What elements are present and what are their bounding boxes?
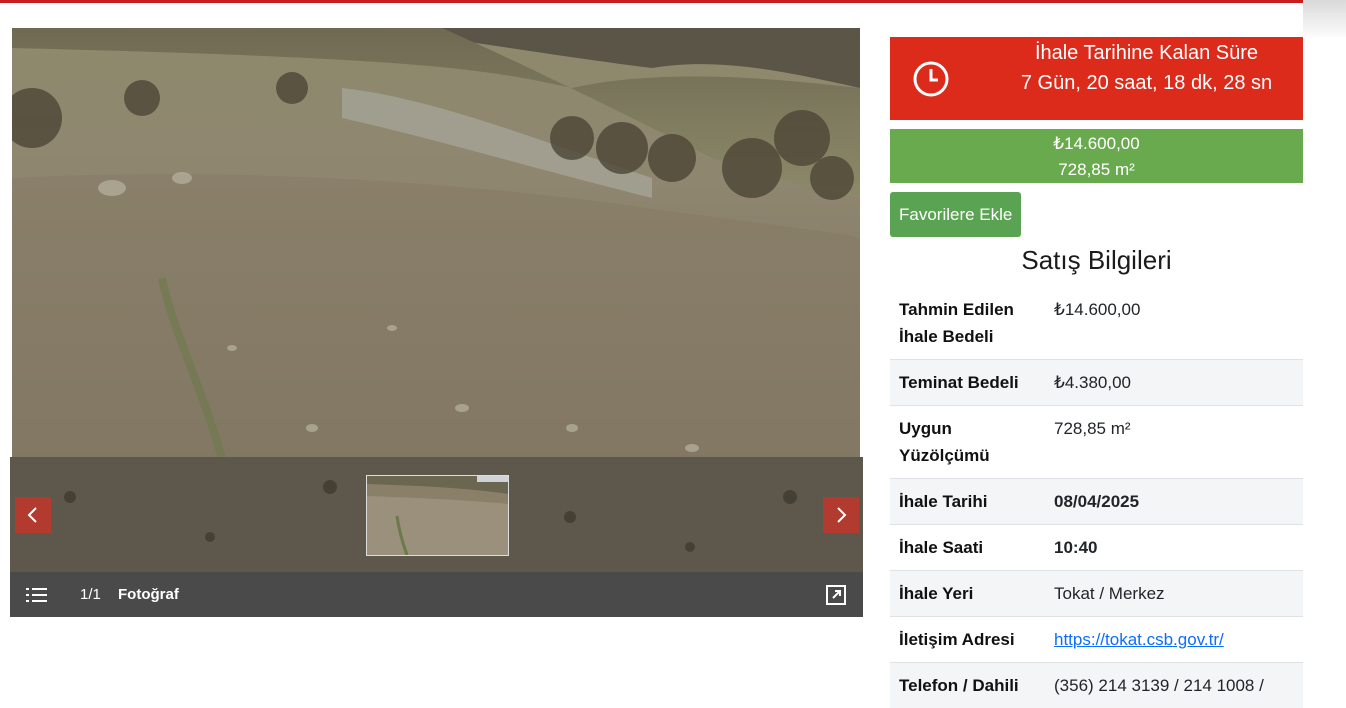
photo-thumbnail[interactable]: [366, 475, 509, 556]
table-row: İletişim Adresi https://tokat.csb.gov.tr…: [890, 617, 1303, 663]
row-key: Tahmin Edilen İhale Bedeli: [899, 300, 1014, 346]
sales-info-table: Tahmin Edilen İhale Bedeli ₺14.600,00 Te…: [890, 287, 1303, 708]
contact-link[interactable]: https://tokat.csb.gov.tr/: [1054, 630, 1224, 649]
list-icon[interactable]: [26, 585, 48, 605]
table-row: Tahmin Edilen İhale Bedeli ₺14.600,00: [890, 287, 1303, 360]
photo-label: Fotoğraf: [118, 586, 179, 603]
gallery-toolbar: 1/1 Fotoğraf: [10, 572, 863, 617]
table-row: Telefon / Dahili (356) 214 3139 / 214 10…: [890, 663, 1303, 708]
sales-info-title: Satış Bilgileri: [1021, 245, 1172, 275]
row-value: ₺4.380,00: [1054, 373, 1131, 392]
row-value: Tokat / Merkez: [1054, 584, 1165, 603]
thumbnail-strip: [10, 457, 863, 572]
photo-gallery: 1/1 Fotoğraf: [10, 28, 863, 617]
price-amount: ₺14.600,00: [1053, 134, 1140, 153]
main-photo[interactable]: [12, 28, 860, 458]
table-row: Teminat Bedeli ₺4.380,00: [890, 360, 1303, 406]
row-key: Uygun Yüzölçümü: [899, 419, 990, 465]
table-row: İhale Yeri Tokat / Merkez: [890, 571, 1303, 617]
top-shadow: [1303, 0, 1346, 40]
countdown-box: İhale Tarihine Kalan Süre 7 Gün, 20 saat…: [890, 37, 1303, 120]
row-value: ₺14.600,00: [1054, 300, 1141, 319]
add-to-favorites-button[interactable]: Favorilere Ekle: [890, 192, 1022, 237]
previous-photo-button[interactable]: [15, 497, 51, 533]
row-value: 728,85 m²: [1054, 419, 1131, 438]
row-key: İletişim Adresi: [899, 630, 1015, 649]
clock-icon: [913, 61, 949, 97]
top-accent-line: [0, 0, 1303, 3]
expand-icon[interactable]: [825, 584, 847, 606]
row-key: Teminat Bedeli: [899, 373, 1019, 392]
row-value: (356) 214 3139 / 214 1008 /: [1054, 676, 1264, 695]
price-box: ₺14.600,00 728,85 m²: [890, 129, 1303, 183]
table-row: İhale Tarihi 08/04/2025: [890, 479, 1303, 525]
row-key: İhale Saati: [899, 538, 984, 557]
next-photo-button[interactable]: [823, 497, 859, 533]
price-area: 728,85 m²: [1058, 160, 1135, 179]
photo-counter: 1/1: [80, 586, 101, 603]
countdown-value: 7 Gün, 20 saat, 18 dk, 28 sn: [1020, 72, 1273, 94]
row-value: https://tokat.csb.gov.tr/: [1054, 626, 1299, 653]
row-value: 10:40: [1054, 538, 1098, 557]
chevron-left-icon: [27, 507, 37, 523]
table-row: İhale Saati 10:40: [890, 525, 1303, 571]
row-value: 08/04/2025: [1054, 492, 1140, 511]
chevron-right-icon: [837, 507, 847, 523]
countdown-label: İhale Tarihine Kalan Süre: [1034, 42, 1259, 64]
row-key: İhale Tarihi: [899, 492, 988, 511]
table-row: Uygun Yüzölçümü 728,85 m²: [890, 406, 1303, 479]
row-key: Telefon / Dahili: [899, 676, 1019, 695]
row-key: İhale Yeri: [899, 584, 974, 603]
